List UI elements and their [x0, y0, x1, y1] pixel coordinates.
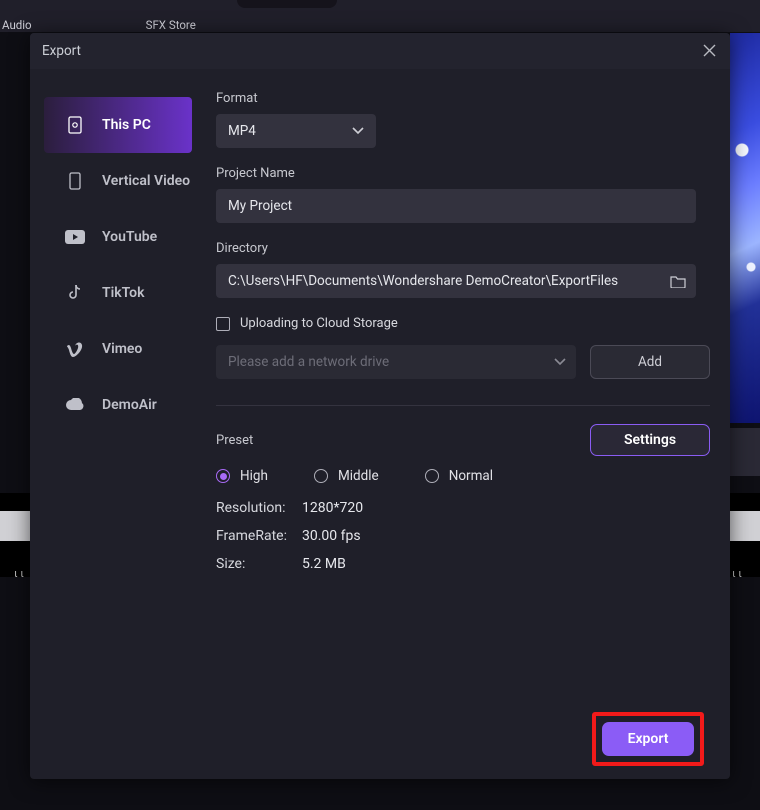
settings-button[interactable]: Settings — [590, 424, 710, 456]
folder-icon[interactable] — [670, 275, 686, 288]
resolution-value: 1280*720 — [302, 500, 363, 516]
preview-thumbnail-strip — [730, 33, 760, 423]
cloud-upload-icon — [64, 398, 86, 412]
sidebar-item-tiktok[interactable]: TikTok — [44, 265, 192, 321]
preset-radio-middle[interactable]: Middle — [314, 468, 379, 484]
vimeo-icon — [64, 341, 86, 357]
export-button[interactable]: Export — [602, 722, 694, 756]
cloud-upload-checkbox[interactable] — [216, 317, 230, 331]
preset-radio-high[interactable]: High — [216, 468, 268, 484]
radio-dot-icon — [314, 469, 328, 483]
preset-radio-label: High — [240, 468, 268, 484]
sidebar-item-vertical-video[interactable]: Vertical Video — [44, 153, 192, 209]
radio-dot-icon — [216, 469, 230, 483]
sidebar-item-vimeo[interactable]: Vimeo — [44, 321, 192, 377]
add-button[interactable]: Add — [590, 345, 710, 379]
preview-panel-bg — [730, 428, 760, 476]
export-form: Format MP4 Project Name Directory — [200, 69, 730, 779]
export-button-label: Export — [628, 731, 669, 747]
app-topbar: Audio SFX Store — [0, 0, 760, 32]
directory-input-wrap — [216, 264, 696, 298]
pc-icon — [64, 116, 86, 134]
sidebar-item-label: Vimeo — [102, 341, 142, 357]
format-select[interactable]: MP4 — [216, 114, 376, 148]
project-name-label: Project Name — [216, 166, 710, 181]
framerate-label: FrameRate: — [216, 528, 302, 544]
project-name-input-wrap — [216, 189, 696, 223]
sidebar-item-label: Vertical Video — [102, 173, 190, 189]
project-name-input[interactable] — [228, 198, 686, 214]
export-sidebar: This PC Vertical Video YouTube TikTok — [30, 69, 200, 779]
sidebar-item-youtube[interactable]: YouTube — [44, 209, 192, 265]
sidebar-item-demoair[interactable]: DemoAir — [44, 377, 192, 433]
export-highlight-box: Export — [592, 712, 704, 766]
close-icon[interactable] — [703, 42, 716, 61]
topbar-audio-label[interactable]: Audio — [2, 18, 32, 32]
dialog-titlebar: Export — [30, 33, 730, 69]
resolution-label: Resolution: — [216, 500, 302, 516]
preset-label: Preset — [216, 433, 253, 448]
size-value: 5.2 MB — [302, 556, 346, 572]
format-value: MP4 — [228, 123, 256, 139]
topbar-sfx-label[interactable]: SFX Store — [146, 18, 196, 32]
framerate-value: 30.00 fps — [302, 528, 361, 544]
directory-label: Directory — [216, 241, 710, 256]
sidebar-item-this-pc[interactable]: This PC — [44, 97, 192, 153]
dialog-title: Export — [42, 43, 81, 59]
sidebar-item-label: TikTok — [102, 285, 145, 301]
radio-dot-icon — [425, 469, 439, 483]
phone-icon — [64, 172, 86, 190]
output-meta: Resolution: 1280*720 FrameRate: 30.00 fp… — [216, 500, 710, 572]
sidebar-item-label: This PC — [102, 117, 151, 133]
preset-radio-normal[interactable]: Normal — [425, 468, 493, 484]
network-drive-select[interactable]: Please add a network drive — [216, 345, 576, 379]
directory-input[interactable] — [228, 273, 662, 289]
settings-button-label: Settings — [624, 432, 676, 448]
cloud-upload-label: Uploading to Cloud Storage — [240, 316, 398, 331]
chevron-down-icon — [554, 358, 566, 366]
timeline-tick-left: ι ι — [14, 567, 24, 580]
network-drive-placeholder: Please add a network drive — [228, 354, 389, 370]
preset-radio-label: Normal — [449, 468, 493, 484]
add-button-label: Add — [638, 354, 662, 370]
tiktok-icon — [64, 284, 86, 302]
youtube-icon — [64, 230, 86, 244]
preset-radio-group: High Middle Normal — [216, 468, 710, 484]
export-dialog: Export This PC Vertical Video — [30, 33, 730, 779]
dialog-footer: Export — [30, 699, 730, 779]
separator — [216, 405, 710, 406]
format-label: Format — [216, 91, 710, 106]
preset-radio-label: Middle — [338, 468, 379, 484]
record-pill — [237, 0, 337, 8]
size-label: Size: — [216, 556, 302, 572]
sidebar-item-label: YouTube — [102, 229, 157, 245]
sidebar-item-label: DemoAir — [102, 397, 157, 413]
chevron-down-icon — [352, 127, 364, 135]
timeline-tick-right: ι ι — [732, 567, 742, 580]
